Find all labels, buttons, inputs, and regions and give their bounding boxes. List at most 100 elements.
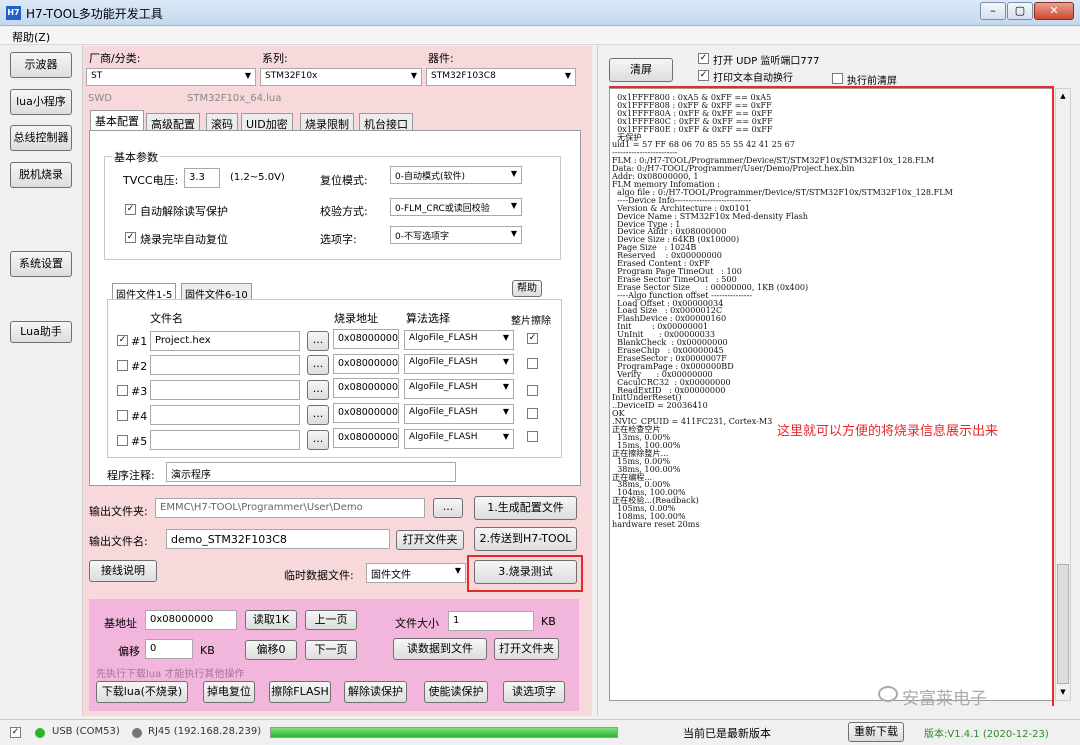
autowrap-checkbox[interactable]: ✓ [698, 70, 709, 81]
download-lua-button[interactable]: 下载lua(不烧录) [96, 681, 188, 703]
file-erase-checkbox[interactable] [527, 385, 538, 396]
tvcc-input[interactable]: 3.3 [184, 168, 220, 188]
file-name-input[interactable] [150, 355, 300, 375]
file-enable-checkbox[interactable] [117, 410, 128, 421]
sidebar-item-lua-helper[interactable]: Lua助手 [10, 321, 72, 343]
log-scrollbar[interactable]: ▲ ▼ [1055, 88, 1071, 701]
log-output[interactable]: 0x1FFFF800 : 0xA5 & 0xFF == 0xA5 0x1FFFF… [609, 88, 1054, 701]
file-erase-checkbox[interactable]: ✓ [527, 333, 538, 344]
file-browse-button[interactable]: ... [307, 380, 329, 400]
file-algo-select[interactable]: AlgoFile_FLASH [404, 354, 514, 374]
file-address-input[interactable]: 0x08000000 [333, 354, 399, 374]
sidebar-item-settings[interactable]: 系统设置 [10, 251, 72, 277]
basic-params-title: 基本参数 [112, 149, 160, 165]
tab-uid-encrypt[interactable]: UID加密 [241, 113, 293, 131]
file-name-input[interactable] [150, 405, 300, 425]
auto-unlock-checkbox[interactable]: ✓ [125, 204, 136, 215]
temp-data-select[interactable]: 固件文件 [366, 563, 466, 583]
offset-input[interactable]: 0 [145, 639, 193, 659]
file-algo-select[interactable]: AlgoFile_FLASH [404, 429, 514, 449]
file-enable-checkbox[interactable] [117, 385, 128, 396]
tab-burn-limit[interactable]: 烧录限制 [300, 113, 354, 131]
tab-machine-interface[interactable]: 机台接口 [359, 113, 413, 131]
part-select[interactable]: STM32F103C8 [426, 68, 576, 86]
offset-zero-button[interactable]: 偏移0 [245, 640, 297, 660]
udp-checkbox[interactable]: ✓ [698, 53, 709, 64]
read-option-byte-button[interactable]: 读选项字 [503, 681, 565, 703]
sidebar-item-oscilloscope[interactable]: 示波器 [10, 52, 72, 78]
close-button[interactable]: ✕ [1034, 2, 1074, 20]
minimize-button[interactable]: – [980, 2, 1006, 20]
file-erase-checkbox[interactable] [527, 431, 538, 442]
tab-firmware-6-10[interactable]: 固件文件6-10 [181, 283, 252, 301]
base-address-input[interactable]: 0x08000000 [145, 610, 237, 630]
note-input[interactable]: 演示程序 [166, 462, 456, 482]
file-erase-checkbox[interactable] [527, 358, 538, 369]
file-name-input[interactable] [150, 380, 300, 400]
file-name-input[interactable] [150, 430, 300, 450]
file-address-input[interactable]: 0x08000000 [333, 329, 399, 349]
file-algo-select[interactable]: AlgoFile_FLASH [404, 330, 514, 350]
files-help-button[interactable]: 帮助 [512, 280, 542, 297]
verify-select[interactable]: 0-FLM_CRC或读回校验 [390, 198, 522, 216]
output-folder-input[interactable]: EMMC\H7-TOOL\Programmer\User\Demo [155, 498, 425, 518]
tab-rolling-code[interactable]: 滚码 [206, 113, 238, 131]
option-byte-select[interactable]: 0-不写选项字 [390, 226, 522, 244]
file-address-input[interactable]: 0x08000000 [333, 428, 399, 448]
read-to-file-button[interactable]: 读数据到文件 [393, 638, 487, 660]
reset-mode-select[interactable]: 0-自动模式(软件) [390, 166, 522, 184]
scroll-thumb[interactable] [1057, 564, 1069, 684]
open-folder-button[interactable]: 打开文件夹 [396, 530, 464, 550]
tab-basic-config[interactable]: 基本配置 [90, 110, 144, 131]
sidebar-item-lua-app[interactable]: lua小程序 [10, 89, 72, 115]
log-highlight-top [609, 86, 1054, 88]
file-browse-button[interactable]: ... [307, 355, 329, 375]
file-enable-checkbox[interactable]: ✓ [117, 335, 128, 346]
wiring-guide-button[interactable]: 接线说明 [89, 560, 157, 582]
file-browse-button[interactable]: ... [307, 430, 329, 450]
file-address-input[interactable]: 0x08000000 [333, 403, 399, 423]
next-page-button[interactable]: 下一页 [305, 640, 357, 660]
menu-help[interactable]: 帮助(Z) [12, 29, 50, 45]
file-size-input[interactable]: 1 [448, 611, 534, 631]
generate-config-button[interactable]: 1.生成配置文件 [474, 496, 577, 520]
read-1k-button[interactable]: 读取1K [245, 610, 297, 630]
redownload-button[interactable]: 重新下载 [848, 722, 904, 742]
log-line: 正在编程... [612, 471, 653, 482]
tab-firmware-1-5[interactable]: 固件文件1-5 [112, 283, 177, 301]
file-browse-button[interactable]: ... [307, 331, 329, 351]
power-reset-button[interactable]: 掉电复位 [203, 681, 255, 703]
file-address-input[interactable]: 0x08000000 [333, 378, 399, 398]
file-enable-checkbox[interactable] [117, 360, 128, 371]
burn-test-button[interactable]: 3.烧录测试 [474, 560, 577, 584]
clear-log-button[interactable]: 清屏 [609, 58, 673, 82]
output-folder-browse-button[interactable]: ... [433, 498, 463, 518]
send-to-tool-button[interactable]: 2.传送到H7-TOOL [474, 527, 577, 551]
file-algo-select[interactable]: AlgoFile_FLASH [404, 379, 514, 399]
maximize-button[interactable]: ▢ [1007, 2, 1033, 20]
status-checkbox[interactable]: ✓ [10, 727, 21, 738]
series-select[interactable]: STM32F10x [260, 68, 422, 86]
log-highlight-border [1052, 86, 1054, 706]
output-name-input[interactable]: demo_STM32F103C8 [166, 529, 390, 549]
file-size-unit: KB [541, 615, 556, 628]
file-erase-checkbox[interactable] [527, 408, 538, 419]
file-enable-checkbox[interactable] [117, 435, 128, 446]
prev-page-button[interactable]: 上一页 [305, 610, 357, 630]
scroll-up-icon[interactable]: ▲ [1056, 89, 1070, 103]
erase-flash-button[interactable]: 擦除FLASH [269, 681, 331, 703]
clear-before-checkbox[interactable] [832, 73, 843, 84]
scroll-down-icon[interactable]: ▼ [1056, 685, 1070, 699]
memory-open-folder-button[interactable]: 打开文件夹 [494, 638, 559, 660]
file-name-input[interactable]: Project.hex [150, 331, 300, 351]
file-algo-select[interactable]: AlgoFile_FLASH [404, 404, 514, 424]
tab-advanced-config[interactable]: 高级配置 [146, 113, 200, 131]
file-browse-button[interactable]: ... [307, 405, 329, 425]
watermark-text: 安富莱电子 [902, 689, 987, 709]
auto-reset-checkbox[interactable]: ✓ [125, 232, 136, 243]
enable-read-protect-button[interactable]: 使能读保护 [424, 681, 488, 703]
sidebar-item-bus-controller[interactable]: 总线控制器 [10, 125, 72, 151]
vendor-select[interactable]: ST [86, 68, 256, 86]
sidebar-item-offline-burn[interactable]: 脱机烧录 [10, 162, 72, 188]
remove-read-protect-button[interactable]: 解除读保护 [344, 681, 407, 703]
